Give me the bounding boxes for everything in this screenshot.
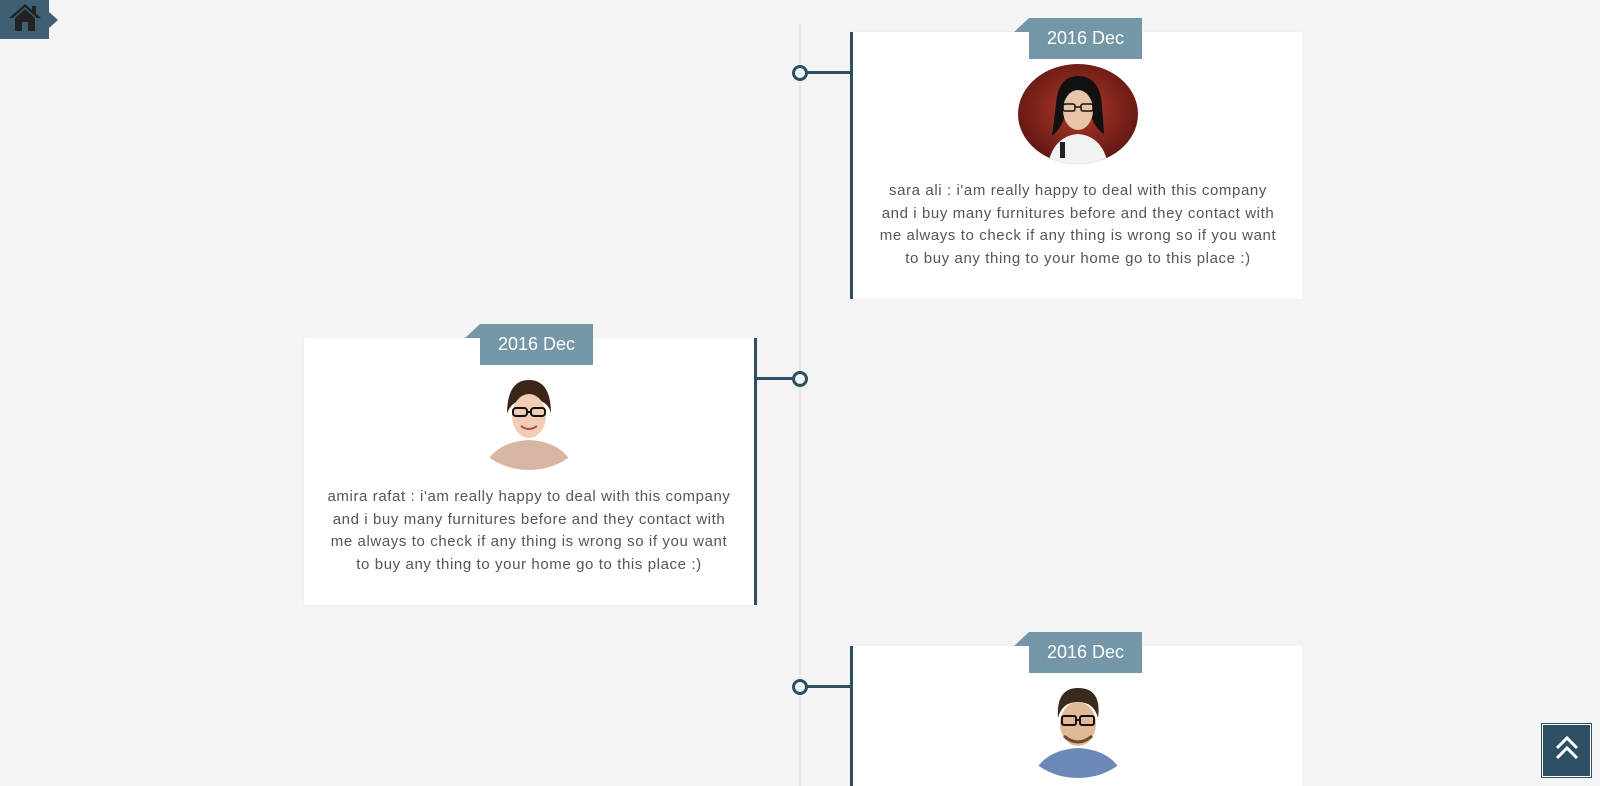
testimonial-card: 2016 Dec amira rafat : i'am really happy… <box>304 324 757 605</box>
testimonial-text: amira rafat : i'am really happy to deal … <box>327 488 731 573</box>
timeline-page: 2016 Dec sara ali : i'am really happy to… <box>0 0 1600 786</box>
double-chevron-up-icon <box>1553 734 1581 767</box>
home-button[interactable] <box>0 0 58 39</box>
back-to-top-button[interactable] <box>1541 723 1592 778</box>
timeline-connector <box>754 377 792 380</box>
date-tag: 2016 Dec <box>1014 632 1142 673</box>
date-tag: 2016 Dec <box>1014 18 1142 59</box>
timeline-node <box>792 371 808 387</box>
timeline-connector <box>806 685 850 688</box>
timeline-connector <box>806 71 850 74</box>
testimonial-card: 2016 Dec <box>850 632 1303 786</box>
avatar <box>1018 678 1138 778</box>
date-tag: 2016 Dec <box>465 324 593 365</box>
avatar <box>469 370 589 470</box>
avatar <box>1018 64 1138 164</box>
testimonial-card: 2016 Dec sara ali : i'am really happy to… <box>850 18 1303 299</box>
timeline-axis <box>799 24 801 786</box>
testimonial-text: sara ali : i'am really happy to deal wit… <box>879 182 1277 267</box>
home-icon <box>8 2 42 37</box>
